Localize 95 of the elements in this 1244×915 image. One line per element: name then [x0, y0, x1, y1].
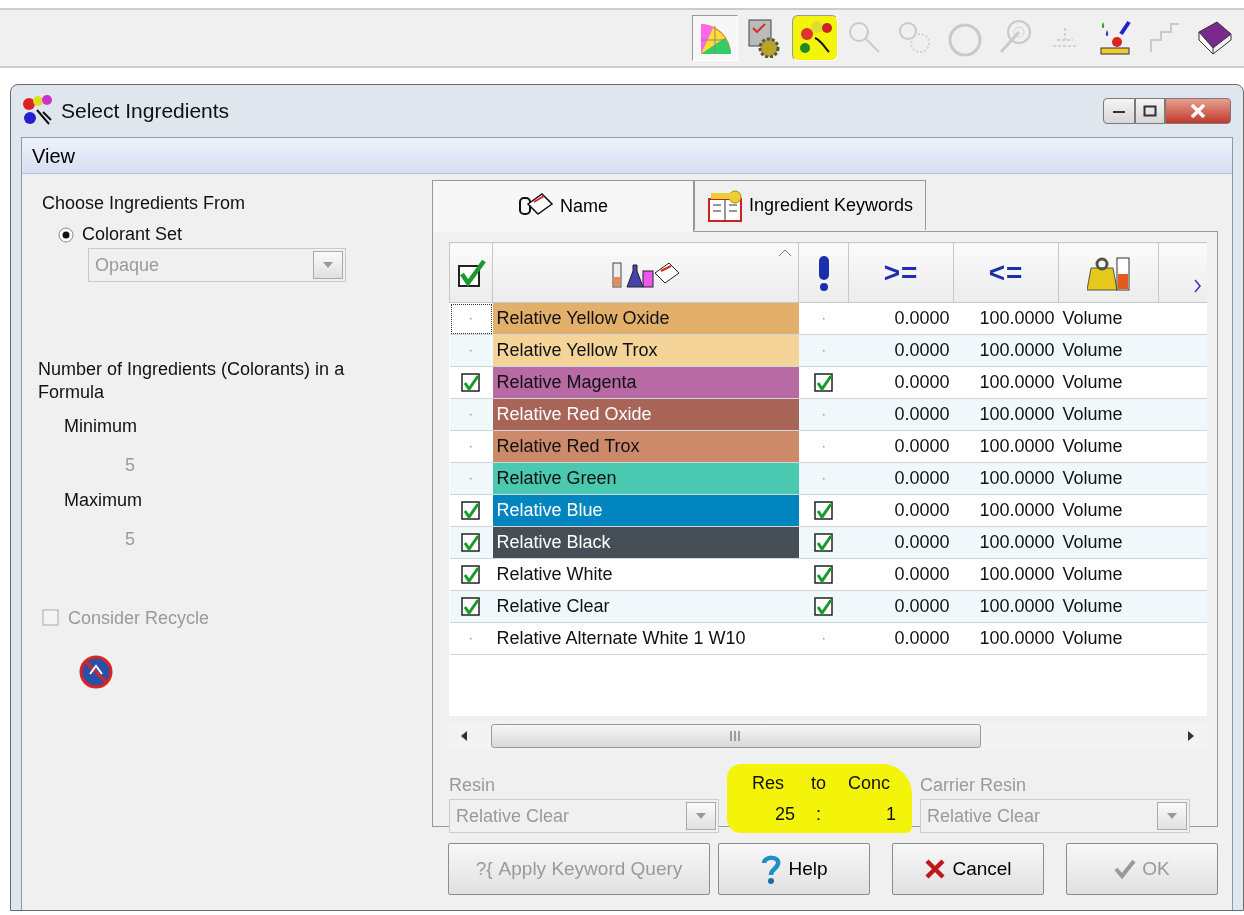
table-cell: 0.0000 — [848, 334, 954, 367]
include-checkbox[interactable] — [461, 597, 481, 618]
required-checkbox[interactable] — [813, 501, 834, 522]
toolbar-button[interactable] — [792, 15, 838, 61]
field-label: Resin — [449, 774, 497, 797]
minimize-button[interactable] — [1103, 98, 1135, 124]
required-checkbox[interactable] — [813, 597, 834, 618]
caret-icon — [1166, 812, 1178, 820]
table-cell: Volume — [1058, 462, 1159, 495]
table-cell: 100.0000 — [953, 590, 1059, 623]
radio-label[interactable]: Colorant Set — [82, 221, 183, 248]
field-label: Conc — [847, 772, 892, 795]
include-checkbox[interactable] — [461, 501, 481, 522]
ingredient-name[interactable]: Relative Clear — [492, 590, 799, 623]
field-value: 5 — [125, 527, 136, 551]
radio-button[interactable] — [58, 226, 74, 243]
table-cell: 100.0000 — [953, 430, 1059, 463]
sort-caret-icon — [778, 249, 792, 257]
field-label: to — [811, 772, 826, 795]
column-header[interactable]: <= — [953, 242, 1059, 303]
keys-book-icon — [707, 188, 743, 223]
ingredient-name[interactable]: Relative Yellow Trox — [492, 334, 799, 367]
table-cell: Volume — [1058, 622, 1159, 655]
table-cell: 0.0000 — [848, 526, 954, 559]
table-cell: 0.0000 — [848, 494, 954, 527]
table-cell: Volume — [1058, 494, 1159, 527]
close-icon — [1189, 103, 1207, 119]
table-cell: Volume — [1058, 558, 1159, 591]
include-checkbox[interactable] — [461, 565, 481, 586]
table-cell: Volume — [1058, 398, 1159, 431]
section-heading: Number of Ingredients (Colorants) in a Formula — [38, 358, 346, 405]
section-heading: Choose Ingredients From — [42, 192, 247, 215]
check-icon — [1114, 858, 1137, 880]
table-cell: Volume — [1058, 590, 1159, 623]
help-icon — [760, 854, 783, 884]
ingredient-name[interactable]: Relative White — [492, 558, 799, 591]
tab[interactable]: Name — [432, 180, 694, 232]
ingredient-name[interactable]: Relative Blue — [492, 494, 799, 527]
column-header[interactable]: >= — [848, 242, 954, 303]
table-cell: 0.0000 — [848, 462, 954, 495]
table-cell: 0.0000 — [848, 590, 954, 623]
dialog-button[interactable]: Cancel — [892, 843, 1044, 895]
table-cell: 100.0000 — [953, 398, 1059, 431]
caret-icon — [695, 812, 707, 820]
table-cell: 100.0000 — [953, 494, 1059, 527]
required-checkbox[interactable] — [813, 373, 834, 394]
field-label: Minimum — [64, 414, 138, 438]
table-cell: 100.0000 — [953, 622, 1059, 655]
menu-item[interactable]: View — [32, 140, 75, 171]
ingredient-name[interactable]: Relative Alternate White 1 W10 — [492, 622, 799, 655]
close-button[interactable] — [1165, 98, 1231, 124]
table-cell: 100.0000 — [953, 366, 1059, 399]
table-cell: 100.0000 — [953, 334, 1059, 367]
table-cell: 0.0000 — [848, 366, 954, 399]
table-cell: Volume — [1058, 526, 1159, 559]
table-cell: Volume — [1058, 430, 1159, 463]
ingredient-name[interactable]: Relative Green — [492, 462, 799, 495]
ingredient-name[interactable]: Relative Magenta — [492, 366, 799, 399]
table-cell: 100.0000 — [953, 302, 1059, 335]
table-cell: 100.0000 — [953, 526, 1059, 559]
window-title: Select Ingredients — [61, 98, 230, 125]
column-header[interactable] — [449, 242, 493, 303]
maximize-icon — [1143, 105, 1157, 117]
chevron-icon — [1192, 278, 1203, 294]
required-checkbox[interactable] — [813, 565, 834, 586]
field-label: Maximum — [64, 488, 143, 512]
table-cell: 100.0000 — [953, 558, 1059, 591]
table-cell: Volume — [1058, 302, 1159, 335]
table-cell: 0.0000 — [848, 558, 954, 591]
field-label: Res — [751, 772, 785, 795]
tab[interactable]: Ingredient Keywords — [694, 180, 927, 230]
include-checkbox[interactable] — [461, 373, 481, 394]
table-cell: 0.0000 — [848, 302, 954, 335]
table-cell: Volume — [1058, 334, 1159, 367]
ratio-separator: : — [815, 803, 822, 826]
column-header[interactable] — [798, 242, 849, 303]
caret-icon — [322, 261, 334, 269]
minimize-icon — [1112, 108, 1126, 114]
maximize-button[interactable] — [1135, 98, 1165, 124]
include-checkbox[interactable] — [461, 533, 481, 554]
ingredient-name[interactable]: Relative Black — [492, 526, 799, 559]
field-label: Carrier Resin — [920, 774, 1028, 797]
dialog-button[interactable]: Help — [718, 843, 870, 895]
field-value: 5 — [125, 453, 136, 477]
scrollbar-thumb[interactable] — [491, 724, 981, 748]
table-cell: 0.0000 — [848, 622, 954, 655]
cancel-icon — [924, 858, 947, 880]
table-cell: 0.0000 — [848, 398, 954, 431]
table-cell: 0.0000 — [848, 430, 954, 463]
required-checkbox[interactable] — [813, 533, 834, 554]
ingredient-name[interactable]: Relative Red Oxide — [492, 398, 799, 431]
table-cell: 100.0000 — [953, 462, 1059, 495]
table-cell: Volume — [1058, 366, 1159, 399]
ingredient-name[interactable]: Relative Red Trox — [492, 430, 799, 463]
ingredient-name[interactable]: Relative Yellow Oxide — [492, 302, 799, 335]
